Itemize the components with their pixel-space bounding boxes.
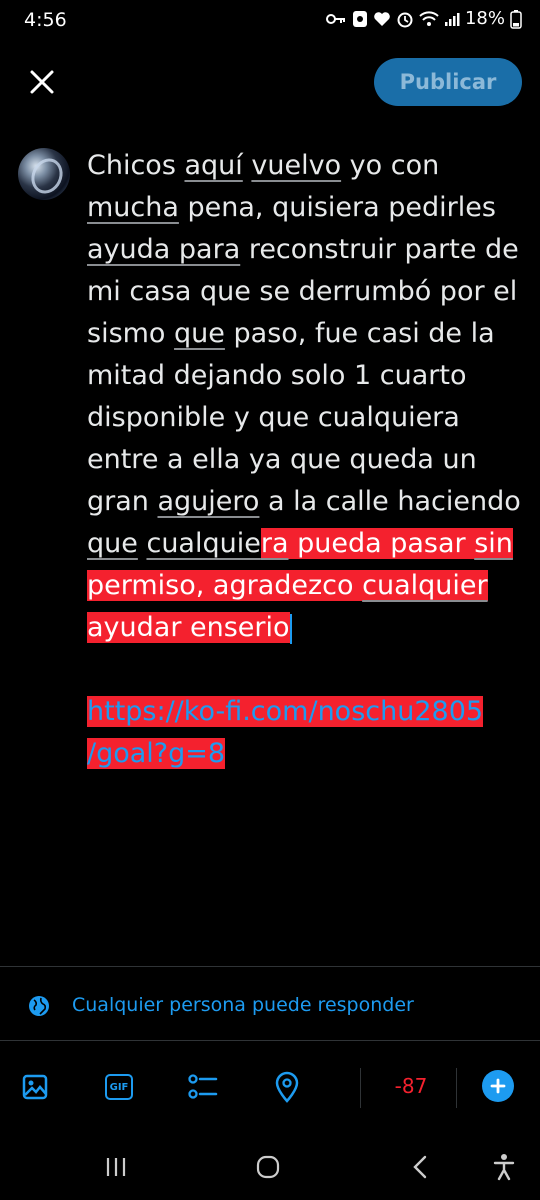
toolbar-separator: [360, 1068, 361, 1108]
post-text-line: [87, 649, 519, 691]
add-post-button[interactable]: [482, 1070, 514, 1102]
add-image-button[interactable]: [18, 1070, 52, 1104]
post-text-segment: permiso, agradezco: [87, 570, 363, 601]
back-button[interactable]: [400, 1150, 440, 1184]
publish-button[interactable]: Publicar: [374, 58, 522, 106]
toolbar-separator: [456, 1068, 457, 1108]
post-text-segment: mucha: [87, 192, 179, 223]
post-text-line: mi casa que se derrumbó por el: [87, 271, 519, 313]
post-text-line: mitad dejando solo 1 cuarto: [87, 355, 519, 397]
post-text-segment: entre a ella ya que queda un: [87, 444, 477, 475]
key-icon: [325, 11, 347, 27]
battery-percent: 18%: [464, 8, 505, 29]
globe-icon: [29, 996, 49, 1016]
post-text-segment: ayuda para: [87, 234, 241, 265]
plus-icon: [490, 1078, 506, 1094]
post-text-segment: gran: [87, 486, 158, 517]
post-text-segment: a la calle haciendo: [259, 486, 521, 517]
recent-apps-button[interactable]: [96, 1150, 136, 1184]
post-text-segment: Chicos: [87, 150, 185, 181]
post-link-text[interactable]: https://ko-fi.com/noschu2805: [87, 696, 484, 727]
post-text-line: mucha pena, quisiera pedirles: [87, 187, 519, 229]
back-icon: [413, 1155, 427, 1179]
post-text-segment: aquí: [184, 150, 243, 181]
notification-icon: [352, 10, 368, 28]
post-text-segment: vuelvo: [251, 150, 342, 181]
post-text-line: disponible y que cualquiera: [87, 397, 519, 439]
post-text-line: sismo que paso, fue casi de la: [87, 313, 519, 355]
post-text-line: /goal?g=8: [87, 733, 519, 775]
post-text-segment: mi casa que se derrumbó por el: [87, 276, 518, 307]
post-text-segment: pena, quisiera pedirles: [178, 192, 496, 223]
heart-icon: [373, 11, 391, 27]
post-text-line: ayudar enserio: [87, 607, 519, 649]
post-text-segment: sin: [474, 528, 513, 559]
accessibility-button[interactable]: [484, 1150, 524, 1184]
post-text-segment: cualquie: [146, 528, 261, 559]
accessibility-icon: [493, 1154, 515, 1181]
gif-icon: GIF: [105, 1074, 133, 1100]
home-icon: [256, 1155, 280, 1179]
post-text-segment: ra: [260, 528, 289, 559]
post-text-line: permiso, agradezco cualquier: [87, 565, 519, 607]
post-text-area[interactable]: Chicos aquí vuelvo yo con mucha pena, qui…: [87, 145, 521, 775]
reply-settings-button[interactable]: Cualquier persona puede responder: [0, 980, 540, 1034]
post-text-segment: sismo: [87, 318, 175, 349]
post-text-segment: yo con: [341, 150, 440, 181]
post-text-line: https://ko-fi.com/noschu2805: [87, 691, 519, 733]
post-text-line: gran agujero a la calle haciendo: [87, 481, 521, 523]
close-button[interactable]: [24, 64, 60, 100]
post-text-segment: paso, fue casi de la: [224, 318, 495, 349]
add-location-button[interactable]: [270, 1070, 304, 1104]
character-counter: -87: [394, 1074, 428, 1098]
post-text-segment: mitad dejando solo 1 cuarto: [87, 360, 467, 391]
post-text-line: ayuda para reconstruir parte de: [87, 229, 519, 271]
post-text-line: que cualquiera pueda pasar sin: [87, 523, 519, 565]
wifi-icon: [419, 10, 439, 27]
poll-icon: [188, 1074, 218, 1099]
recent-apps-icon: [106, 1158, 126, 1176]
status-bar: 4:56 18%: [0, 0, 540, 44]
image-icon: [22, 1074, 48, 1100]
post-text-segment: pueda pasar: [288, 528, 475, 559]
add-poll-button[interactable]: [186, 1070, 220, 1104]
compose-toolbar: GIF -87: [0, 1058, 540, 1118]
avatar[interactable]: [18, 148, 70, 200]
post-link-text[interactable]: /goal?g=8: [87, 738, 226, 769]
post-text-segment: disponible y que cualquiera: [87, 402, 460, 433]
post-text-segment: cualquier: [362, 570, 488, 601]
divider: [0, 1040, 540, 1041]
post-text-segment: reconstruir parte de: [240, 234, 519, 265]
post-text-line: Chicos aquí vuelvo yo con: [87, 145, 519, 187]
status-icons: 18%: [325, 8, 522, 29]
location-icon: [275, 1071, 299, 1103]
reply-settings-label: Cualquier persona puede responder: [72, 994, 414, 1016]
post-text-segment: agujero: [157, 486, 260, 517]
system-navigation-bar: [0, 1130, 540, 1200]
add-gif-button[interactable]: GIF: [102, 1070, 136, 1104]
home-button[interactable]: [248, 1150, 288, 1184]
post-text-line: entre a ella ya que queda un: [87, 439, 519, 481]
post-text-segment: ayudar enserio: [87, 612, 290, 643]
alarm-icon: [396, 10, 414, 28]
battery-icon: [510, 9, 522, 29]
post-text-segment: que: [174, 318, 225, 349]
post-text-segment: que: [87, 528, 138, 559]
clock: 4:56: [24, 9, 67, 31]
signal-icon: [444, 11, 460, 27]
close-icon: [30, 70, 54, 94]
divider: [0, 966, 540, 967]
text-cursor: [289, 613, 292, 644]
